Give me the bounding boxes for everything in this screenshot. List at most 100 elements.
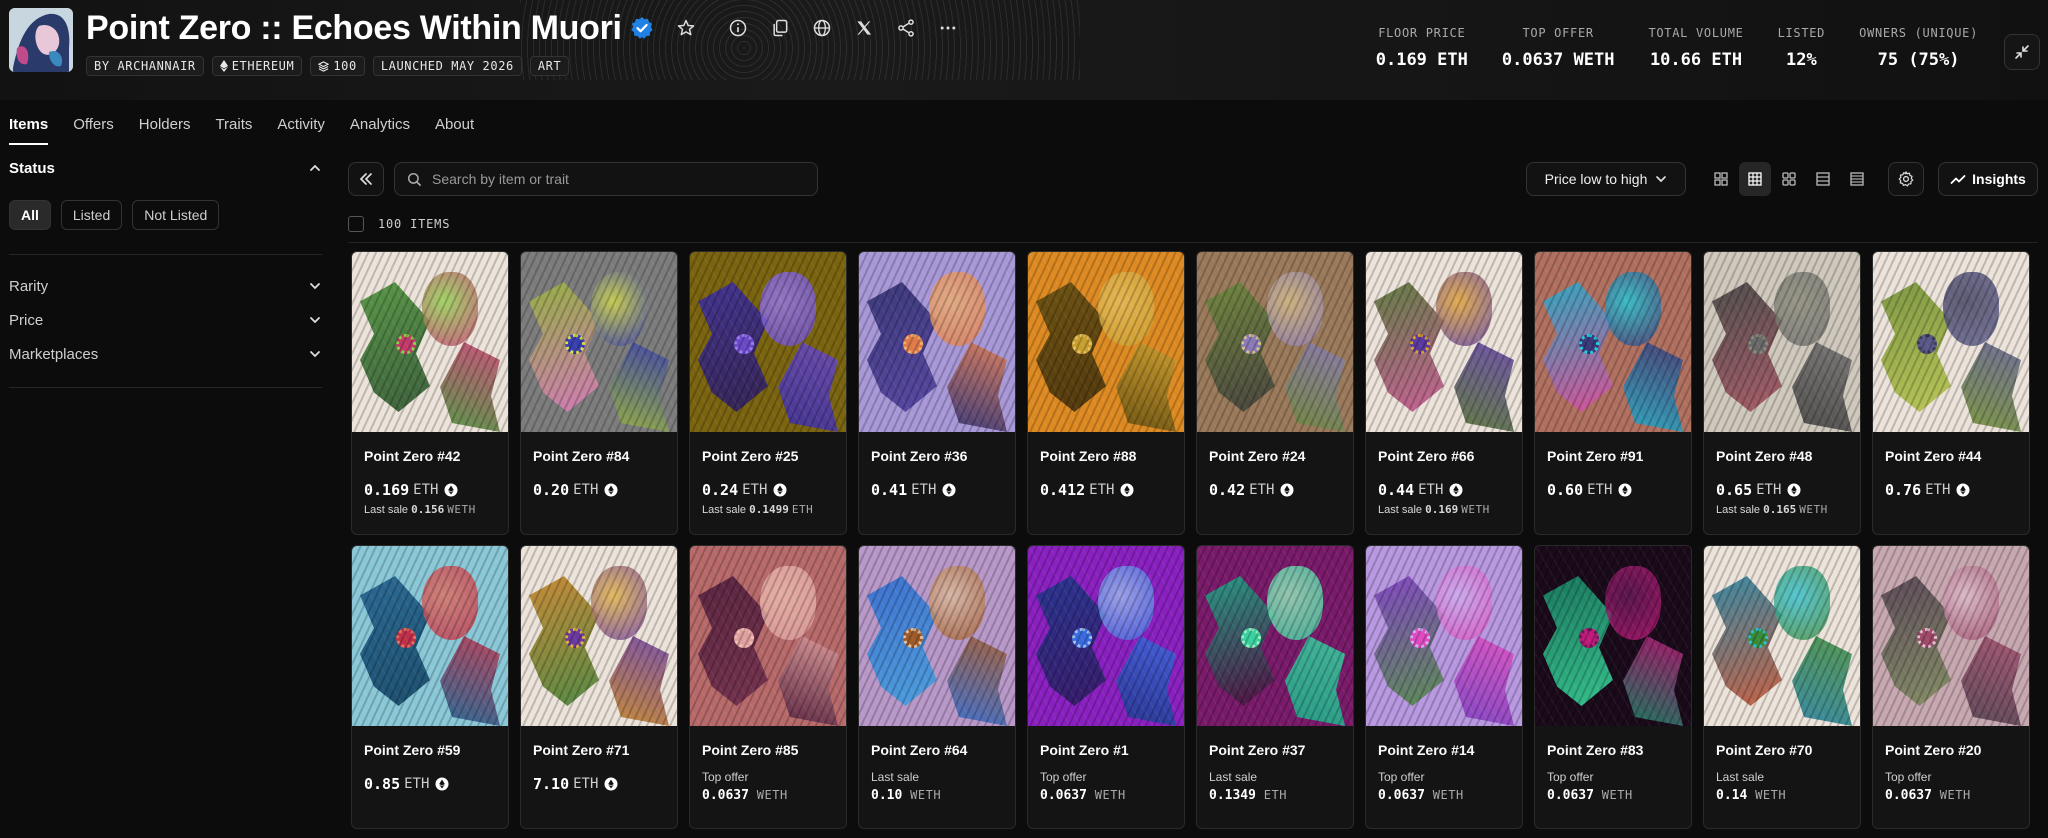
offer-amount: 0.14 WETH xyxy=(1716,788,1860,803)
stat-value: 12% xyxy=(1785,50,1817,70)
nft-card[interactable]: Point Zero #36 0.41 ETH xyxy=(858,251,1016,535)
stat-label: LISTED xyxy=(1777,26,1826,40)
view-grid-button[interactable] xyxy=(1739,162,1771,196)
nft-card[interactable]: Point Zero #14 Top offer 0.0637 WETH xyxy=(1365,545,1523,829)
nft-name: Point Zero #1 xyxy=(1040,742,1129,758)
nft-image[interactable] xyxy=(859,546,1015,726)
info-icon[interactable] xyxy=(728,18,748,38)
nft-image[interactable] xyxy=(1873,546,2029,726)
nft-card[interactable]: Point Zero #20 Top offer 0.0637 WETH xyxy=(1872,545,2030,829)
nft-image[interactable] xyxy=(1535,546,1691,726)
view-large-grid-button[interactable] xyxy=(1705,162,1737,196)
nft-card[interactable]: Point Zero #91 0.60 ETH xyxy=(1534,251,1692,535)
nft-image[interactable] xyxy=(1028,546,1184,726)
search-box[interactable] xyxy=(394,162,818,196)
insights-button[interactable]: Insights xyxy=(1938,162,2038,196)
collection-tag[interactable]: BY ARCHANNAIR xyxy=(86,56,204,76)
nft-card[interactable]: Point Zero #48 0.65 ETH Last sale 0.165 WET… xyxy=(1703,251,1861,535)
nft-card[interactable]: Point Zero #59 0.85 ETH xyxy=(351,545,509,829)
collection-tag[interactable]: 100 xyxy=(310,56,365,76)
nft-image[interactable] xyxy=(1704,546,1860,726)
nft-card[interactable]: Point Zero #83 Top offer 0.0637 WETH xyxy=(1534,545,1692,829)
filter-price[interactable]: Price xyxy=(9,303,322,337)
search-input[interactable] xyxy=(432,171,812,187)
filter-marketplaces[interactable]: Marketplaces xyxy=(9,337,322,371)
nft-image[interactable] xyxy=(1197,546,1353,726)
nft-image[interactable] xyxy=(1535,252,1691,432)
nft-card[interactable]: Point Zero #37 Last sale 0.1349 ETH xyxy=(1196,545,1354,829)
nft-card[interactable]: Point Zero #44 0.76 ETH xyxy=(1872,251,2030,535)
tab-activity[interactable]: Activity xyxy=(277,116,325,145)
sort-dropdown[interactable]: Price low to high xyxy=(1526,162,1686,196)
nft-image[interactable] xyxy=(521,252,677,432)
status-filter-header[interactable]: Status xyxy=(9,158,322,178)
collection-tag[interactable]: ETHEREUM xyxy=(211,56,303,76)
display-settings-button[interactable] xyxy=(1888,162,1924,196)
nft-card[interactable]: Point Zero #1 Top offer 0.0637 WETH xyxy=(1027,545,1185,829)
select-all-checkbox[interactable] xyxy=(348,216,364,232)
nft-card[interactable]: Point Zero #24 0.42 ETH xyxy=(1196,251,1354,535)
price-value: 0.85 xyxy=(364,775,401,793)
nft-image[interactable] xyxy=(1028,252,1184,432)
status-chip-not-listed[interactable]: Not Listed xyxy=(132,200,220,230)
tab-offers[interactable]: Offers xyxy=(73,116,114,145)
nft-image[interactable] xyxy=(352,546,508,726)
nft-image[interactable] xyxy=(1873,252,2029,432)
collapse-icon xyxy=(2015,45,2029,59)
nft-card[interactable]: Point Zero #66 0.44 ETH Last sale 0.169 WET… xyxy=(1365,251,1523,535)
star-icon[interactable] xyxy=(676,18,696,38)
globe-icon[interactable] xyxy=(812,18,832,38)
status-chip-listed[interactable]: Listed xyxy=(60,200,123,230)
stat-block: TOP OFFER 0.0637 WETH xyxy=(1502,26,1615,70)
nft-image[interactable] xyxy=(352,252,508,432)
status-chip-all[interactable]: All xyxy=(9,200,51,230)
nft-name: Point Zero #59 xyxy=(364,742,461,758)
x-twitter-icon[interactable] xyxy=(854,18,874,38)
nft-card[interactable]: Point Zero #85 Top offer 0.0637 WETH xyxy=(689,545,847,829)
filter-rarity[interactable]: Rarity xyxy=(9,269,322,303)
collection-avatar[interactable] xyxy=(9,8,73,72)
view-table-button[interactable] xyxy=(1841,162,1873,196)
nft-card[interactable]: Point Zero #42 0.169 ETH Last sale 0.156 WE… xyxy=(351,251,509,535)
tab-holders[interactable]: Holders xyxy=(139,116,191,145)
collection-tag[interactable]: ART xyxy=(529,56,570,76)
collapse-filters-button[interactable] xyxy=(348,162,384,196)
collapse-header-button[interactable] xyxy=(2004,34,2040,70)
stat-value: 10.66 ETH xyxy=(1649,50,1743,70)
nft-card[interactable]: Point Zero #71 7.10 ETH xyxy=(520,545,678,829)
view-mosaic-button[interactable] xyxy=(1773,162,1805,196)
collection-tag[interactable]: LAUNCHED MAY 2026 xyxy=(372,56,522,76)
offer-label: Top offer xyxy=(702,770,749,784)
more-options-icon[interactable] xyxy=(938,18,958,38)
nft-image[interactable] xyxy=(859,252,1015,432)
nft-image[interactable] xyxy=(1197,252,1353,432)
nft-image[interactable] xyxy=(1366,546,1522,726)
tab-about[interactable]: About xyxy=(435,116,474,145)
nft-card[interactable]: Point Zero #70 Last sale 0.14 WETH xyxy=(1703,545,1861,829)
nft-image[interactable] xyxy=(1366,252,1522,432)
tab-traits[interactable]: Traits xyxy=(215,116,252,145)
price-value: 0.60 xyxy=(1547,481,1584,499)
items-grid: Point Zero #42 0.169 ETH Last sale 0.156 WE… xyxy=(351,251,2030,829)
collection-tag-label: LAUNCHED MAY 2026 xyxy=(380,59,514,73)
nft-image[interactable] xyxy=(1704,252,1860,432)
nft-image[interactable] xyxy=(690,546,846,726)
items-toolbar: Price low to high Insights xyxy=(348,162,2038,196)
tab-items[interactable]: Items xyxy=(9,116,49,145)
nft-card[interactable]: Point Zero #84 0.20 ETH xyxy=(520,251,678,535)
copy-icon[interactable] xyxy=(770,18,790,38)
nft-card[interactable]: Point Zero #88 0.412 ETH xyxy=(1027,251,1185,535)
nft-card[interactable]: Point Zero #25 0.24 ETH Last sale 0.1499 ET… xyxy=(689,251,847,535)
ethereum-icon xyxy=(1120,483,1134,497)
view-list-button[interactable] xyxy=(1807,162,1839,196)
nft-image[interactable] xyxy=(690,252,846,432)
share-icon[interactable] xyxy=(896,18,916,38)
nft-name: Point Zero #84 xyxy=(533,448,630,464)
nft-image[interactable] xyxy=(521,546,677,726)
nft-name: Point Zero #88 xyxy=(1040,448,1137,464)
nft-card[interactable]: Point Zero #64 Last sale 0.10 WETH xyxy=(858,545,1016,829)
offer-unit: WETH xyxy=(1755,788,1787,802)
sidebar-divider xyxy=(9,387,322,388)
price-unit: ETH xyxy=(742,482,768,498)
tab-analytics[interactable]: Analytics xyxy=(350,116,410,145)
